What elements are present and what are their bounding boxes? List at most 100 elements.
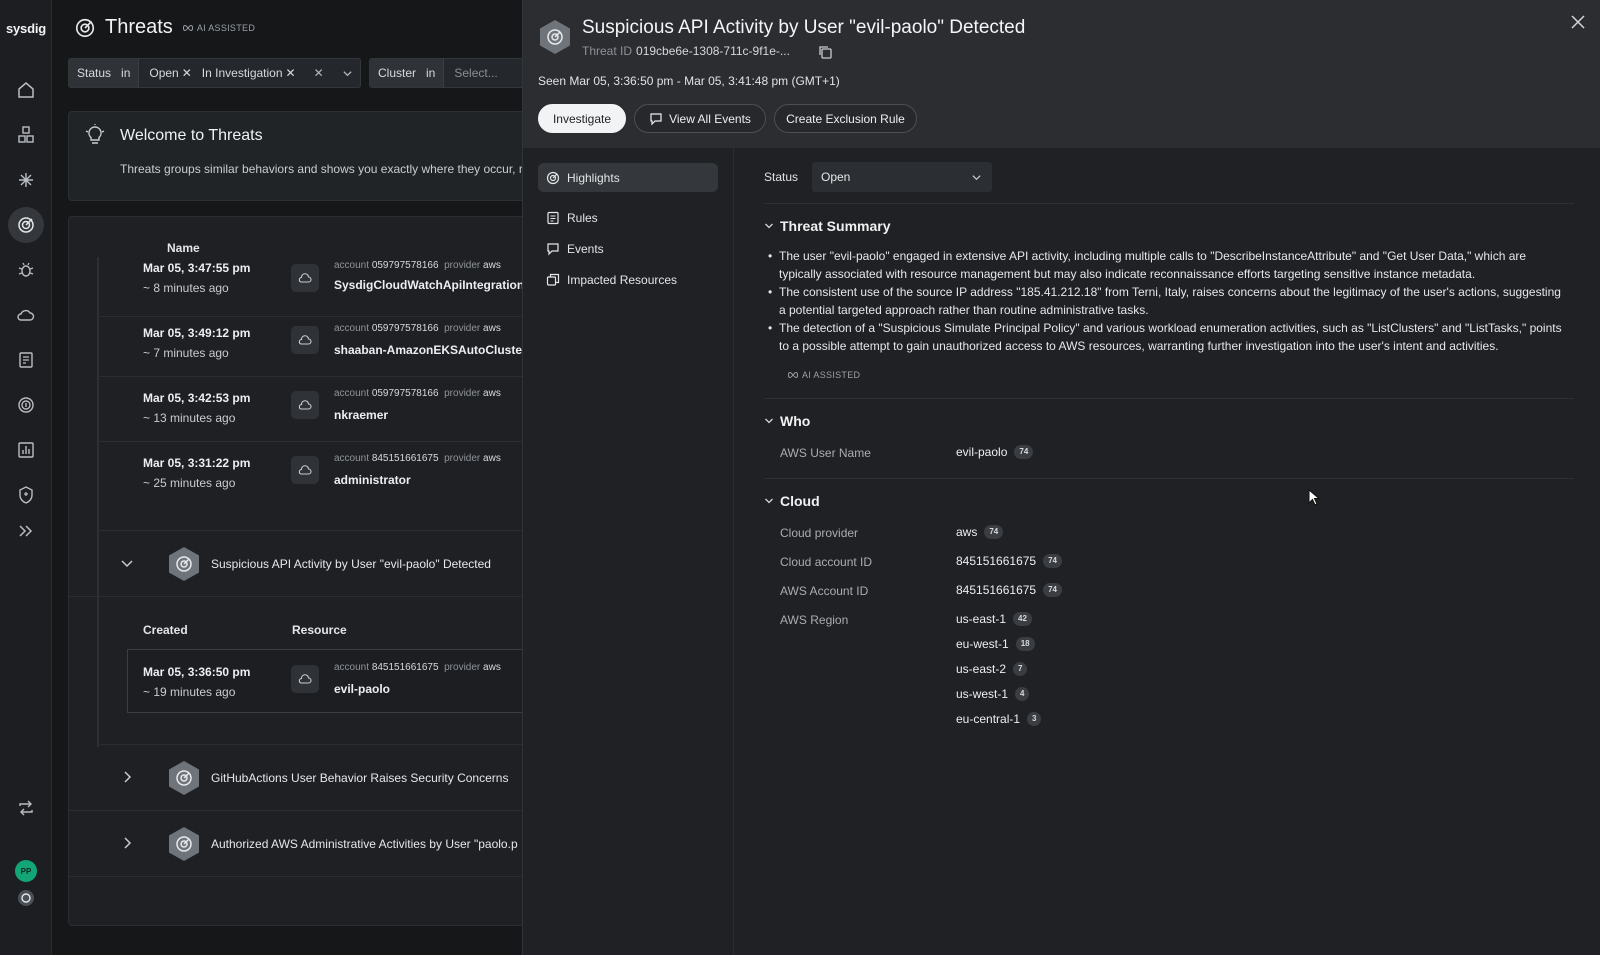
threat-hex-icon [540,20,570,54]
highlights-panel: Status Open Threat Summary The user "evi… [749,148,1589,955]
aws-region-value[interactable]: eu-west-1 18 [956,637,1035,651]
nav-help[interactable] [8,880,44,916]
tab-events[interactable]: Events [538,234,718,263]
nav-identity[interactable] [8,387,44,423]
welcome-text: Threats groups similar behaviors and sho… [120,162,522,176]
aws-region-value[interactable]: us-east-1 42 [956,612,1032,626]
create-exclusion-rule-button[interactable]: Create Exclusion Rule [774,104,917,133]
threat-summary-header[interactable]: Threat Summary [764,218,890,234]
nav-policies[interactable] [8,477,44,513]
page-title: Threats [105,16,173,38]
nav-analytics[interactable] [8,432,44,468]
cloud-icon [291,456,319,484]
status-select[interactable]: Open [812,162,992,192]
nav-integrations[interactable] [8,162,44,198]
table-row[interactable]: Mar 05, 3:42:53 pm ~ 13 minutes ago acco… [97,376,522,442]
aws-region-value[interactable]: us-west-1 4 [956,687,1030,701]
nav-rail: sysdig PP [0,0,52,955]
tab-rules[interactable]: Rules [538,203,718,232]
filter-bar: Status in Open ✕ In Investigation ✕ ✕ Clus… [68,58,522,88]
nav-vulnerabilities[interactable] [8,252,44,288]
mouse-cursor-icon [1308,489,1320,506]
chip-remove-icon[interactable]: ✕ [286,66,296,80]
filter-chip-open[interactable]: Open ✕ [149,66,191,80]
clear-filter-icon[interactable]: ✕ [314,66,324,80]
table-row[interactable]: Mar 05, 3:31:22 pm ~ 25 minutes ago acco… [97,441,522,507]
chevron-down-icon [765,223,773,229]
table-row[interactable]: Mar 05, 3:47:55 pm ~ 8 minutes ago accou… [97,251,522,317]
threats-radar-icon [18,217,34,233]
status-filter[interactable]: Status in Open ✕ In Investigation ✕ ✕ [68,58,361,88]
threats-radar-icon [75,18,95,37]
brand-logo[interactable]: sysdig [0,21,52,36]
list-item: The consistent use of the source IP addr… [764,283,1564,319]
aws-region-value[interactable]: us-east-2 7 [956,662,1028,676]
count-badge: 18 [1015,637,1035,651]
nav-reports[interactable] [8,342,44,378]
nav-inventory[interactable] [8,117,44,153]
chevron-down-icon [765,418,773,424]
threat-group-row[interactable]: Authorized AWS Administrative Activities… [69,811,522,877]
count-badge: 42 [1013,612,1032,626]
infinity-icon [182,24,193,31]
repeat-icon [19,800,33,816]
chevron-right-icon[interactable] [119,835,135,851]
threat-group-row[interactable]: Suspicious API Activity by User "evil-pa… [69,531,522,597]
report-icon [19,352,33,368]
cloud-provider-value[interactable]: aws 74 [956,525,1004,539]
tab-impacted-resources[interactable]: Impacted Resources [538,265,718,294]
chevron-right-icon[interactable] [119,769,135,785]
count-badge: 3 [1027,712,1042,726]
who-section-header[interactable]: Who [764,413,810,429]
welcome-title: Welcome to Threats [120,127,263,144]
created-column-header[interactable]: Created [143,623,188,637]
cluster-filter[interactable]: Cluster in Select... [369,58,522,88]
aws-account-id-value[interactable]: 845151661675 74 [956,583,1062,597]
chevron-down-icon[interactable] [119,555,135,571]
tab-highlights[interactable]: Highlights [538,163,718,192]
copy-icon[interactable] [817,44,833,60]
investigate-button[interactable]: Investigate [538,104,626,133]
threat-hex-icon [169,761,199,795]
table-row[interactable]: Mar 05, 3:36:50 pm ~ 19 minutes ago acco… [127,649,522,713]
cloud-icon [291,391,319,419]
asterisk-icon [19,173,33,187]
aws-region-value[interactable]: eu-central-1 3 [956,712,1042,726]
double-chevron-right-icon [19,525,33,537]
count-badge: 74 [1043,554,1062,568]
ai-assisted-tag: AI ASSISTED [787,370,860,380]
chip-remove-icon[interactable]: ✕ [182,66,192,80]
assistant-icon [18,890,34,906]
threat-id: Threat ID 019cbe6e-1308-711c-9f1e-... [582,44,790,58]
view-all-events-button[interactable]: View All Events [634,104,766,133]
fingerprint-icon [18,397,34,413]
threat-group-row[interactable]: GitHubActions User Behavior Raises Secur… [69,745,522,811]
chart-icon [18,442,34,458]
ai-assisted-tag: AI ASSISTED [182,23,255,33]
nav-cloud[interactable] [8,297,44,333]
resources-icon [546,273,560,286]
drawer-header: Suspicious API Activity by User "evil-pa… [523,0,1600,148]
list-item: The user "evil-paolo" engaged in extensi… [764,247,1564,283]
nav-switch[interactable] [8,790,44,826]
seen-range: Seen Mar 05, 3:36:50 pm - Mar 05, 3:41:4… [538,74,840,88]
boxes-icon [18,126,34,143]
chevron-down-icon[interactable] [342,68,353,79]
cloud-icon [291,264,319,292]
threat-title: Suspicious API Activity by User "evil-pa… [582,17,1026,38]
user-avatar[interactable]: PP [15,860,37,882]
count-badge: 74 [984,525,1004,539]
threat-summary-list: The user "evil-paolo" engaged in extensi… [764,247,1564,355]
threats-radar-icon [546,171,560,184]
resource-column-header[interactable]: Resource [292,623,347,637]
filter-chip-in-investigation[interactable]: In Investigation ✕ [202,66,296,80]
nav-threats[interactable] [8,207,44,243]
table-row[interactable]: Mar 05, 3:49:12 pm ~ 7 minutes ago accou… [97,311,522,377]
close-icon[interactable] [1569,13,1587,31]
bug-icon [18,262,34,277]
aws-user-name-value[interactable]: evil-paolo 74 [956,445,1034,459]
cloud-account-id-value[interactable]: 845151661675 74 [956,554,1062,568]
nav-home[interactable] [8,72,44,108]
cloud-section-header[interactable]: Cloud [764,493,820,509]
nav-expand[interactable] [8,513,44,549]
